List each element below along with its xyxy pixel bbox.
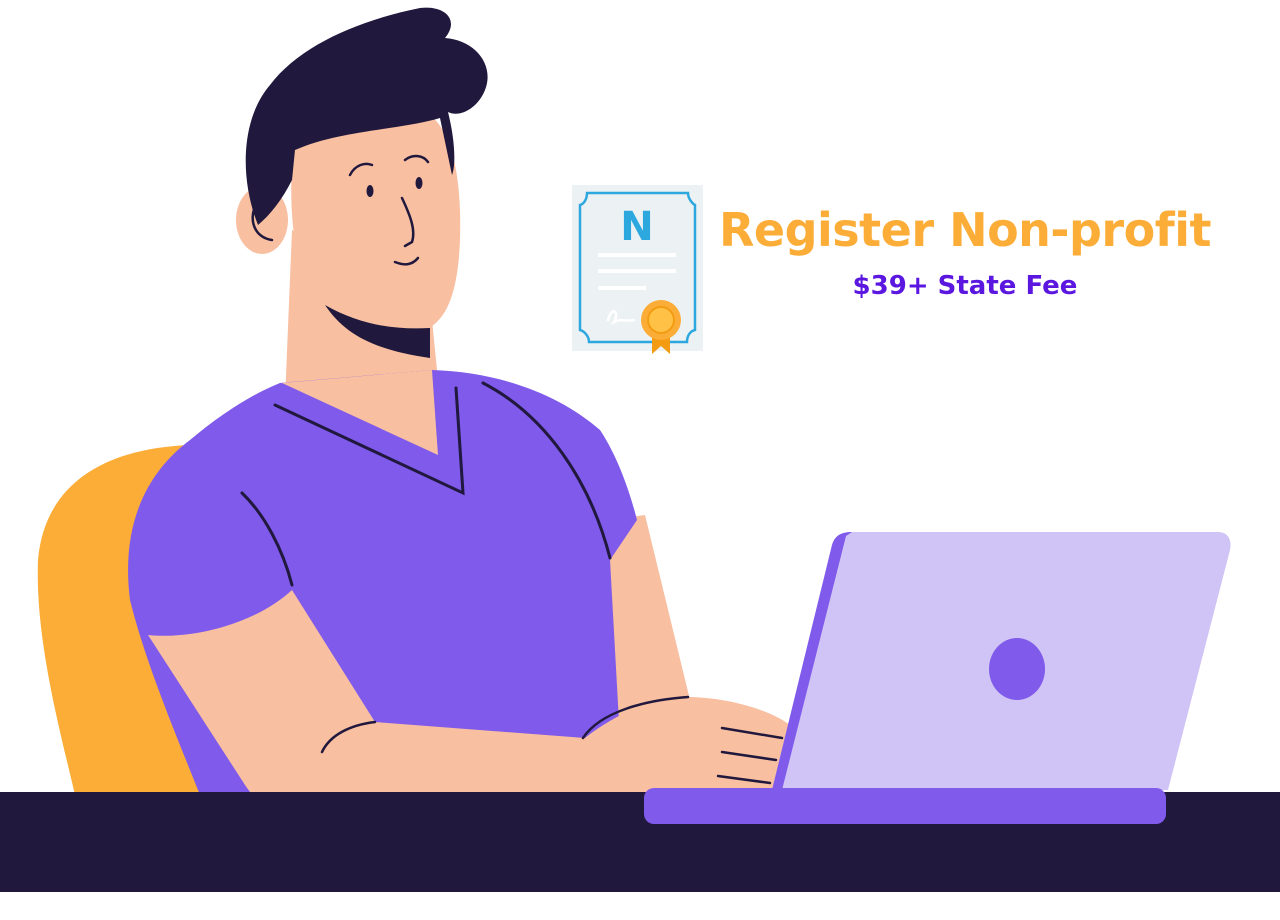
headline: Register Non-profit $39+ State Fee [700,198,1230,304]
state-fee-label: $39+ State Fee [852,271,1078,301]
certificate-letter: N [620,204,653,250]
illustration: N [0,7,1280,892]
left-eye [366,185,374,197]
laptop-logo-icon [989,638,1045,700]
certificate-icon: N [572,185,703,354]
laptop [772,532,1231,790]
laptop-base [644,788,1166,824]
right-eye [415,177,423,189]
page-title: Register Non-profit [718,203,1212,257]
